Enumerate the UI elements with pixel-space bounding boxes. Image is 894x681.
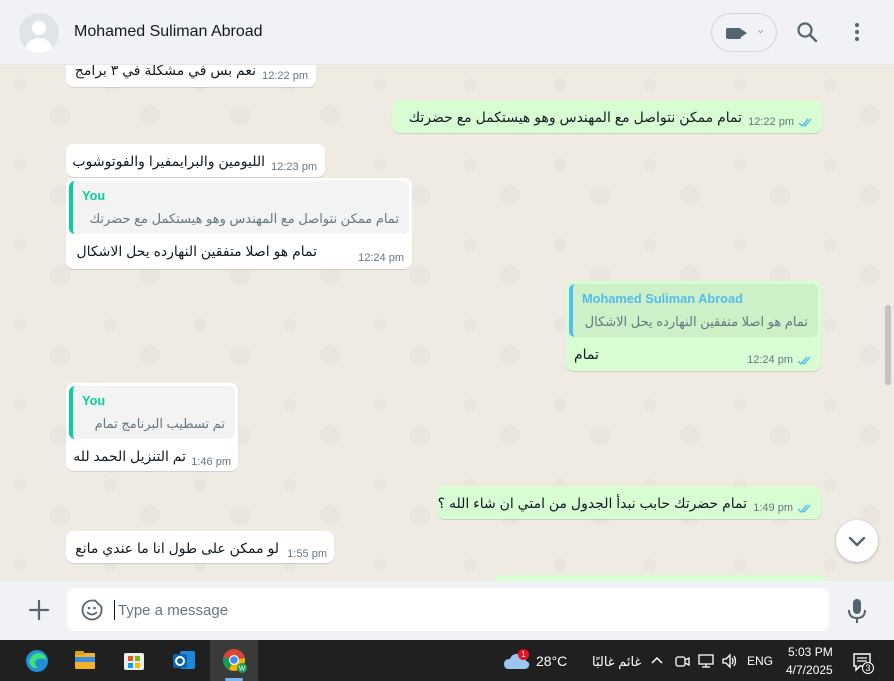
taskbar-microsoft-store-button[interactable] xyxy=(110,640,158,681)
volume-icon[interactable] xyxy=(721,653,739,669)
meet-now-icon[interactable] xyxy=(674,653,690,669)
read-ticks-icon xyxy=(798,118,812,128)
video-call-icon xyxy=(726,28,741,39)
quote-author: You xyxy=(82,188,106,203)
message-text: نعم بس في مشكلة في ٣ برامج xyxy=(74,65,256,78)
message-text: الليومين والبرايمفيرا والفوتوشوب xyxy=(72,153,265,169)
message-input-placeholder: Type a message xyxy=(118,602,229,619)
message-time: 1:49 pm xyxy=(753,502,793,514)
quoted-message[interactable]: You تم تسطيب البرنامج تمام xyxy=(69,386,235,439)
avatar-head-icon xyxy=(32,21,46,35)
menu-icon[interactable] xyxy=(845,20,869,44)
emoji-sticker-icon[interactable] xyxy=(81,599,103,621)
quoted-message[interactable]: You تمام ممكن نتواصل مع المهندس وهو هيست… xyxy=(69,181,409,234)
read-ticks-icon xyxy=(797,504,811,514)
quoted-message[interactable]: Mohamed Suliman Abroad تمام هو اصلا متفق… xyxy=(569,284,818,337)
scroll-to-bottom-button[interactable] xyxy=(836,520,878,562)
quote-author: Mohamed Suliman Abroad xyxy=(582,291,743,306)
message-composer: Type a message xyxy=(0,581,894,640)
message-text: تمام حضرتك حابب نبدأ الجدول من امتي ان ش… xyxy=(437,495,747,511)
clock-date[interactable]: 4/7/2025 xyxy=(786,663,833,677)
taskbar-edge-button[interactable] xyxy=(13,640,61,681)
message-outgoing[interactable]: تمام حضرتك حابب نبدأ الجدول من امتي ان ش… xyxy=(437,486,821,519)
weather-temperature[interactable]: 28°C xyxy=(536,653,567,669)
message-text: تمام ممكن نتواصل مع المهندس وهو هيستكمل … xyxy=(408,109,742,125)
taskbar-chrome-button[interactable]: W xyxy=(210,640,258,681)
video-call-button[interactable]: ⌄ xyxy=(711,13,777,52)
attach-plus-icon[interactable] xyxy=(27,598,51,622)
message-time: 12:23 pm xyxy=(271,161,317,173)
weather-alert-badge: 1 xyxy=(518,649,529,660)
message-list[interactable]: نعم بس في مشكلة في ٣ برامج 12:22 pm تمام… xyxy=(0,65,894,581)
taskbar-file-explorer-button[interactable] xyxy=(61,640,109,681)
clock-time[interactable]: 5:03 PM xyxy=(788,645,833,659)
input-language[interactable]: ENG xyxy=(747,654,773,668)
show-hidden-icons-chevron-icon[interactable] xyxy=(650,654,664,668)
message-input[interactable]: Type a message xyxy=(67,588,829,631)
outlook-icon xyxy=(173,651,195,669)
taskbar-outlook-button[interactable] xyxy=(160,640,208,681)
message-incoming[interactable]: نعم بس في مشكلة في ٣ برامج 12:22 pm xyxy=(66,65,316,87)
message-text: تم التنزيل الحمد لله xyxy=(73,448,186,464)
message-text: تمام هو اصلا متفقين النهارده يحل الاشكال xyxy=(76,243,317,259)
scrollbar-thumb[interactable] xyxy=(885,305,891,385)
message-time: 1:46 pm xyxy=(191,456,231,468)
microphone-icon[interactable] xyxy=(846,598,868,624)
avatar-body-icon xyxy=(26,38,52,53)
message-time: 12:24 pm xyxy=(358,252,404,264)
avatar[interactable] xyxy=(19,13,59,53)
quote-text: تم تسطيب البرنامج تمام xyxy=(94,416,225,431)
message-outgoing-reply[interactable]: Mohamed Suliman Abroad تمام هو اصلا متفق… xyxy=(566,281,821,371)
microsoft-store-icon xyxy=(124,653,144,670)
chevron-down-icon: ⌄ xyxy=(756,24,766,36)
message-text: تمام xyxy=(574,346,599,362)
chat-header: Mohamed Suliman Abroad ⌄ xyxy=(0,0,894,65)
message-incoming-reply[interactable]: You تمام ممكن نتواصل مع المهندس وهو هيست… xyxy=(66,178,412,269)
message-incoming[interactable]: لو ممكن على طول انا ما عندي مانع 1:55 pm xyxy=(66,531,334,563)
message-incoming-reply[interactable]: You تم تسطيب البرنامج تمام تم التنزيل ال… xyxy=(66,383,238,471)
message-time: 12:22 pm xyxy=(748,116,794,128)
message-incoming[interactable]: الليومين والبرايمفيرا والفوتوشوب 12:23 p… xyxy=(66,144,325,177)
windows-taskbar: W 28°C غائم غالبًا ENG 5:03 PM 4/7/2025 … xyxy=(0,640,894,681)
chrome-icon: W xyxy=(223,649,247,673)
message-time: 12:22 pm xyxy=(262,70,308,82)
edge-icon xyxy=(26,650,48,672)
message-time: 12:24 pm xyxy=(747,354,793,366)
quote-text: تمام هو اصلا متفقين النهارده يحل الاشكال xyxy=(584,314,808,329)
file-explorer-icon xyxy=(75,651,95,669)
network-icon[interactable] xyxy=(697,653,715,669)
text-caret xyxy=(114,600,115,620)
quote-author: You xyxy=(82,393,106,408)
read-ticks-icon xyxy=(797,356,811,366)
search-icon[interactable] xyxy=(795,20,819,44)
weather-description[interactable]: غائم غالبًا xyxy=(592,654,641,670)
quote-text: تمام ممكن نتواصل مع المهندس وهو هيستكمل … xyxy=(89,211,399,226)
message-text: لو ممكن على طول انا ما عندي مانع xyxy=(75,540,279,556)
notification-count-badge: 3 xyxy=(862,662,874,674)
contact-name[interactable]: Mohamed Suliman Abroad xyxy=(74,23,263,41)
message-time: 1:55 pm xyxy=(287,548,327,560)
chevron-down-icon xyxy=(848,536,866,547)
svg-text:W: W xyxy=(239,666,246,673)
message-outgoing[interactable]: تمام ممكن نتواصل مع المهندس وهو هيستكمل … xyxy=(392,100,822,133)
